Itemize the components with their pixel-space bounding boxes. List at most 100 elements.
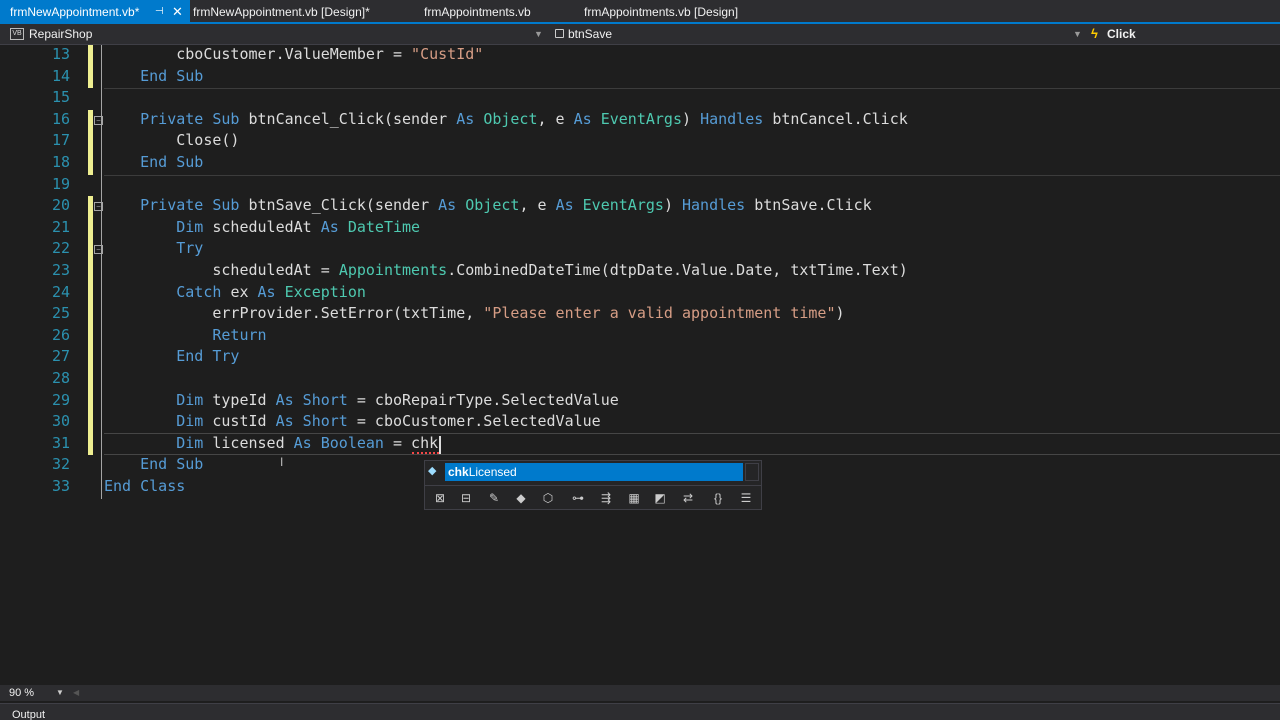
line-number: 16 [51, 109, 70, 128]
zoom-level[interactable]: 90 % [9, 685, 34, 701]
object-dropdown[interactable]: btnSave ▼ [549, 24, 1084, 44]
structure-filter-icon[interactable]: ▦ [623, 489, 645, 507]
code-editor[interactable]: − − − 13 cboCustomer.ValueMember = "CustId"… [0, 45, 1280, 685]
code-token: , e [519, 196, 556, 215]
string-token: "CustId" [411, 45, 484, 63]
code-token: btnSave.Click [754, 196, 872, 215]
error-squiggle [411, 451, 439, 454]
code-line[interactable]: Private Sub btnSave_Click(sender As Obje… [104, 196, 872, 214]
interface-filter-icon[interactable]: ⇄ [677, 489, 699, 507]
code-token: = cboCustomer.SelectedValue [356, 412, 601, 431]
line-number: 18 [51, 153, 70, 171]
code-line[interactable]: Return [104, 325, 267, 344]
string-token: "Please enter a valid appointment time" [483, 304, 836, 323]
extension-filter-icon[interactable]: ⇶ [595, 489, 617, 507]
type-token: DateTime [347, 217, 421, 236]
chevron-down-icon: ▼ [534, 29, 543, 39]
line-number: 19 [51, 174, 70, 193]
tab-frmnewappointment-vb[interactable]: frmNewAppointment.vb* ⊣ ✕ [0, 0, 190, 24]
chevron-down-icon: ▼ [1073, 29, 1082, 39]
navigation-bar: VB RepairShop ▼ btnSave ▼ ϟ Click [0, 24, 1280, 45]
intellisense-popup: ◆ chkLicensed ⊠ ⊟ ✎ ◆ ⬡ ⊶ ⇶ ▦ ◩ ⇄ {} ☰ [424, 460, 762, 510]
module-filter-icon[interactable]: ⬡ [537, 489, 559, 507]
keyword-token: As [320, 217, 348, 236]
keyword-token: As [257, 282, 285, 301]
code-line[interactable]: End Sub [104, 455, 203, 473]
settings-filter-icon[interactable]: ✎ [483, 489, 505, 507]
keyword-token: Return [104, 325, 267, 344]
collapse-icon[interactable]: − [94, 245, 103, 255]
line-number: 25 [51, 304, 70, 323]
code-line[interactable]: Dim scheduledAt As DateTime [104, 218, 420, 236]
line-number: 13 [51, 45, 70, 63]
pin-icon[interactable]: ⊣ [155, 0, 164, 24]
output-panel-header: Output [0, 703, 1280, 720]
code-line[interactable]: End Class [104, 477, 185, 495]
properties-filter-icon[interactable]: ⊠ [429, 489, 451, 507]
enum-filter-icon[interactable]: ◩ [649, 489, 671, 507]
code-line[interactable]: End Try [104, 347, 239, 365]
completion-scrollbar[interactable] [745, 463, 759, 481]
keyword-token: As [456, 109, 484, 128]
code-token: btnCancel.Click [772, 109, 908, 128]
code-line[interactable]: scheduledAt = Appointments.CombinedDateT… [104, 261, 908, 279]
snippet-filter-icon[interactable]: ☰ [735, 489, 757, 507]
type-token: Exception [284, 282, 366, 301]
code-line[interactable]: End Sub [104, 67, 203, 85]
line-number: 22 [51, 239, 70, 258]
code-token: scheduledAt = [104, 261, 339, 279]
collapse-icon[interactable]: − [94, 115, 103, 125]
namespace-filter-icon[interactable]: {} [707, 489, 729, 507]
line-number: 29 [51, 390, 70, 409]
keyword-token: End Class [104, 477, 186, 495]
code-line[interactable]: Private Sub btnCancel_Click(sender As Ob… [104, 110, 908, 128]
tab-frmnewappointment-design[interactable]: frmNewAppointment.vb [Design]* [190, 0, 395, 24]
completion-filter-bar: ⊠ ⊟ ✎ ◆ ⬡ ⊶ ⇶ ▦ ◩ ⇄ {} ☰ [425, 485, 761, 509]
tab-frmappointments-design[interactable]: frmAppointments.vb [Design] [575, 0, 775, 24]
code-line[interactable]: errProvider.SetError(txtTime, "Please en… [104, 304, 845, 323]
code-line[interactable]: Close() [104, 131, 239, 149]
keyword-token: Dim [104, 412, 213, 431]
code-token: = cboRepairType.SelectedValue [356, 390, 619, 409]
code-line[interactable]: Dim typeId As Short = cboRepairType.Sele… [104, 391, 619, 409]
keyword-token: As [573, 109, 601, 128]
completion-item-chklicensed[interactable]: chkLicensed [445, 463, 743, 481]
list-filter-icon[interactable]: ⊟ [455, 489, 477, 507]
chevron-down-icon[interactable]: ▼ [56, 685, 64, 701]
close-icon[interactable]: ✕ [172, 0, 183, 24]
keyword-token: Dim [104, 217, 213, 236]
horizontal-scroll-left-icon[interactable]: ◀ [73, 689, 81, 697]
project-dropdown[interactable]: VB RepairShop ▼ [0, 24, 545, 44]
keyword-token: End Sub [104, 455, 204, 474]
line-number: 23 [51, 261, 70, 279]
code-line[interactable]: End Sub [104, 153, 203, 171]
event-dropdown[interactable]: ϟ Click [1088, 24, 1280, 44]
code-token: cboCustomer.ValueMember = [104, 45, 412, 63]
code-token: ex [230, 282, 258, 301]
output-label[interactable]: Output [12, 707, 45, 720]
method-filter-icon[interactable]: ⊶ [567, 489, 589, 507]
code-line[interactable]: Try [104, 239, 203, 257]
code-token: ) [835, 304, 845, 323]
code-line[interactable]: cboCustomer.ValueMember = "CustId" [104, 45, 483, 63]
code-token: custId [212, 412, 276, 431]
code-token: errProvider.SetError(txtTime, [104, 304, 484, 323]
collapse-icon[interactable]: − [94, 202, 103, 212]
code-token: Close() [104, 131, 240, 150]
completion-rest: Licensed [468, 465, 517, 479]
class-filter-icon[interactable]: ◆ [510, 489, 532, 507]
code-line[interactable]: Dim custId As Short = cboCustomer.Select… [104, 412, 601, 431]
keyword-token: As [555, 196, 583, 215]
object-name: btnSave [568, 27, 613, 41]
outlining-margin-line [101, 45, 102, 499]
code-line[interactable]: Dim licensed As Boolean = chk [104, 434, 438, 452]
keyword-token: Dim [104, 390, 213, 409]
line-number: 15 [51, 88, 70, 107]
change-indicator [88, 196, 93, 456]
code-line[interactable]: Catch ex As Exception [104, 283, 366, 301]
code-token: .CombinedDateTime(dtpDate.Value.Date, tx… [447, 261, 908, 279]
line-number: 17 [51, 131, 70, 150]
tab-frmappointments-vb[interactable]: frmAppointments.vb [415, 0, 565, 24]
keyword-token: End Try [104, 347, 240, 366]
line-number: 32 [51, 455, 70, 474]
